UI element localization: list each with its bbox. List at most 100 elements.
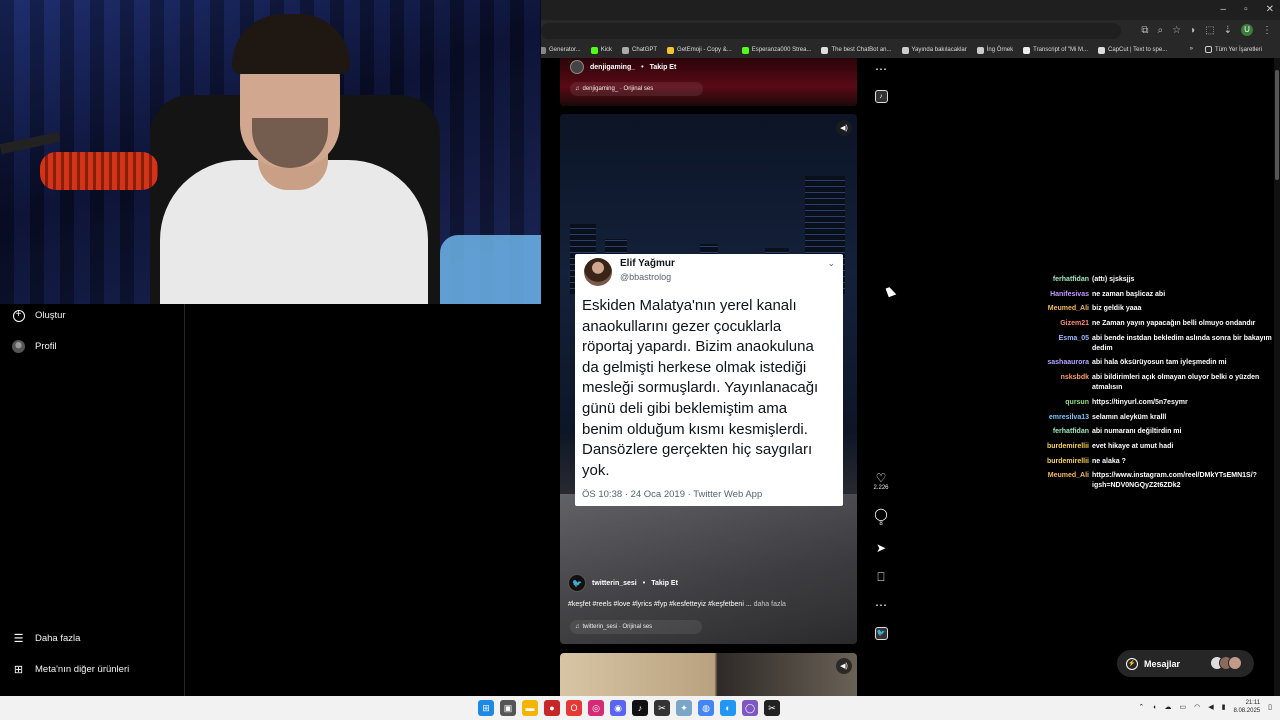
extensions-icon[interactable]: ⬚ bbox=[1205, 25, 1214, 36]
capcut-icon[interactable]: ✂ bbox=[764, 700, 780, 716]
profile-avatar[interactable]: U bbox=[1241, 24, 1253, 36]
chat-username[interactable]: Meumed_Ali bbox=[1030, 471, 1092, 491]
author-username[interactable]: twitterin_sesi bbox=[592, 580, 637, 587]
edge-icon[interactable]: ◐ bbox=[720, 700, 736, 716]
chat-username[interactable]: qursun bbox=[1030, 398, 1092, 408]
media-icon[interactable]: ◗ bbox=[1190, 25, 1196, 36]
task-view-icon[interactable]: ▣ bbox=[500, 700, 516, 716]
bookmarks-overflow-icon[interactable]: » bbox=[1190, 46, 1193, 53]
reel-video[interactable]: ◀) Elif Yağmur @bbastrolog ⌄ Eskiden Mal… bbox=[560, 114, 857, 644]
bookmark-item[interactable]: Yayında bakılacaklar bbox=[901, 46, 967, 54]
monitor-icon[interactable]: ▭ bbox=[1179, 703, 1186, 711]
messages-button[interactable]: ⚡ Mesajlar bbox=[1117, 650, 1254, 677]
next-reel[interactable]: ◀) bbox=[560, 653, 857, 696]
install-icon[interactable]: ⧉ bbox=[1141, 25, 1148, 36]
cloud-icon[interactable]: ☁ bbox=[1164, 703, 1171, 711]
volume-icon[interactable]: ◀) bbox=[836, 658, 852, 674]
restore-icon[interactable]: ▫ bbox=[1244, 4, 1248, 15]
chevron-up-icon[interactable]: ⌃ bbox=[1138, 703, 1144, 711]
sidebar-item-profile[interactable]: Profil bbox=[12, 340, 57, 353]
chat-username[interactable]: sashaaurora bbox=[1030, 358, 1092, 368]
chat-username[interactable]: Hanifesivas bbox=[1030, 290, 1092, 300]
chat-text: ne zaman başlicaz abi bbox=[1092, 290, 1166, 298]
comment-button[interactable]: ◯ 8 bbox=[872, 507, 890, 527]
all-bookmarks-button[interactable]: Tüm Yer İşaretleri bbox=[1204, 46, 1262, 53]
bookmark-item[interactable]: Kick bbox=[590, 46, 613, 54]
mic-icon[interactable]: ◖ bbox=[1152, 704, 1156, 711]
chat-username[interactable]: ferhatfidan bbox=[1030, 275, 1092, 285]
file-explorer-icon[interactable]: ▬ bbox=[522, 700, 538, 716]
discord-icon[interactable]: ◉ bbox=[610, 700, 626, 716]
battery-icon[interactable]: ▮ bbox=[1222, 703, 1226, 711]
bookmark-item[interactable]: GetEmoji - Copy &... bbox=[667, 46, 732, 54]
scrollbar-thumb[interactable] bbox=[1275, 70, 1279, 180]
chat-message: burdemirellii evet hikaye at umut hadi bbox=[1030, 442, 1278, 452]
app-icon[interactable]: ● bbox=[544, 700, 560, 716]
chat-username[interactable]: Esma_05 bbox=[1030, 334, 1092, 354]
volume-icon[interactable]: ◀) bbox=[836, 120, 852, 136]
downloads-icon[interactable]: ⇣ bbox=[1224, 25, 1232, 36]
like-button[interactable]: ♡ 2.226 bbox=[872, 471, 890, 491]
chat-username[interactable]: burdemirellii bbox=[1030, 457, 1092, 467]
capcut-icon[interactable]: ✂ bbox=[654, 700, 670, 716]
bookmark-icon bbox=[821, 46, 829, 54]
bookmark-item[interactable]: CapCut | Text to spe... bbox=[1098, 46, 1167, 54]
chat-username[interactable]: burdemirellii bbox=[1030, 442, 1092, 452]
caption-hashtags[interactable]: #keşfet #reels #love #lyrics #fyp #kesfe… bbox=[568, 601, 752, 608]
bookmark-label: Kick bbox=[600, 47, 613, 53]
sidebar-item-create[interactable]: + Oluştur bbox=[12, 309, 66, 322]
save-button[interactable]: ⎕ bbox=[872, 570, 890, 584]
follow-button[interactable]: Takip Et bbox=[651, 580, 678, 587]
zoom-icon[interactable]: ⌕ bbox=[1158, 25, 1164, 36]
author-avatar[interactable] bbox=[570, 60, 584, 74]
bookmark-item[interactable]: Transcript of "Mi M... bbox=[1023, 46, 1088, 54]
audio-pill[interactable]: ♫ denjigaming_ · Orijinal ses bbox=[570, 82, 704, 96]
start-icon[interactable]: ⊞ bbox=[478, 700, 494, 716]
audio-thumbnail-icon[interactable]: ♪ bbox=[872, 90, 890, 103]
notifications-icon[interactable]: ▯ bbox=[1268, 703, 1272, 711]
bookmark-item[interactable]: İng Örnek bbox=[976, 46, 1013, 54]
close-icon[interactable]: ✕ bbox=[1266, 4, 1274, 15]
chat-username[interactable]: nsksbdk bbox=[1030, 373, 1092, 393]
more-options-icon[interactable]: ⋯ bbox=[872, 598, 890, 612]
audio-pill[interactable]: ♫ twitterin_sesi · Orijinal ses bbox=[570, 620, 703, 634]
instagram-icon[interactable]: ◎ bbox=[588, 700, 604, 716]
chat-username[interactable]: emresilva13 bbox=[1030, 413, 1092, 423]
previous-reel[interactable]: denjigaming_ • Takip Et ♫ denjigaming_ ·… bbox=[560, 58, 857, 106]
share-button[interactable]: ➤ bbox=[872, 541, 890, 555]
follow-button[interactable]: Takip Et bbox=[650, 64, 677, 71]
browser-titlebar: – ▫ ✕ bbox=[541, 0, 1280, 20]
more-options-icon[interactable]: ⋯ bbox=[872, 62, 890, 76]
chat-username[interactable]: Meumed_Ali bbox=[1030, 304, 1092, 314]
bookmark-star-icon[interactable]: ☆ bbox=[1172, 25, 1181, 36]
opera-icon[interactable]: O bbox=[566, 700, 582, 716]
menu-kebab-icon[interactable]: ⋮ bbox=[1262, 25, 1272, 36]
address-bar[interactable] bbox=[541, 23, 1121, 39]
author-avatar[interactable]: 🐦 bbox=[568, 574, 586, 592]
bookmark-item[interactable]: ChatGPT bbox=[622, 46, 657, 54]
author-username[interactable]: denjigaming_ bbox=[590, 64, 635, 71]
speaker-icon[interactable]: ◀ bbox=[1208, 703, 1213, 711]
bookmark-item[interactable]: Generator... bbox=[541, 46, 581, 54]
app-icon[interactable]: ◯ bbox=[742, 700, 758, 716]
chevron-down-icon: ⌄ bbox=[827, 258, 835, 268]
hamburger-icon: ☰ bbox=[13, 633, 24, 645]
bookmark-item[interactable]: The best ChatBot an... bbox=[821, 46, 892, 54]
clock[interactable]: 21:11 8.08.2025 bbox=[1233, 699, 1260, 715]
chrome-icon[interactable]: ◍ bbox=[698, 700, 714, 716]
caption-more-link[interactable]: daha fazla bbox=[754, 601, 786, 608]
reel-caption: #keşfet #reels #love #lyrics #fyp #kesfe… bbox=[568, 601, 786, 608]
plus-icon: + bbox=[12, 309, 25, 322]
chat-username[interactable]: ferhatfidan bbox=[1030, 427, 1092, 437]
messenger-icon: ⚡ bbox=[1126, 657, 1138, 670]
audio-thumbnail-icon[interactable]: 🐦 bbox=[872, 627, 890, 640]
sidebar-item-more[interactable]: ☰ Daha fazla bbox=[12, 632, 81, 645]
app-icon[interactable]: ✦ bbox=[676, 700, 692, 716]
chat-message: sashaaurora abi hala öksürüyosun tam iyle… bbox=[1030, 358, 1278, 368]
minimize-icon[interactable]: – bbox=[1221, 4, 1227, 15]
chat-username[interactable]: Gizem21 bbox=[1030, 319, 1092, 329]
sidebar-item-meta[interactable]: ⊞ Meta'nın diğer ürünleri bbox=[12, 663, 129, 676]
bookmark-item[interactable]: Esperanza000 Strea... bbox=[741, 46, 811, 54]
tiktok-icon[interactable]: ♪ bbox=[632, 700, 648, 716]
wifi-icon[interactable]: ◠ bbox=[1194, 703, 1200, 711]
